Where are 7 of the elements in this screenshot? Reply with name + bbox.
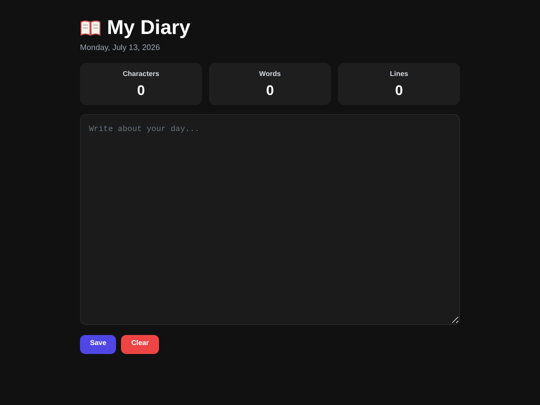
stat-value: 0 xyxy=(395,80,403,98)
page-title: My Diary xyxy=(107,17,190,39)
book-icon xyxy=(80,20,101,36)
diary-text-area[interactable]: Write about your day... xyxy=(80,114,460,325)
date-label: Monday, July 13, 2026 xyxy=(80,42,161,54)
stat-value: 0 xyxy=(137,80,145,98)
stat-value: 0 xyxy=(266,80,274,98)
